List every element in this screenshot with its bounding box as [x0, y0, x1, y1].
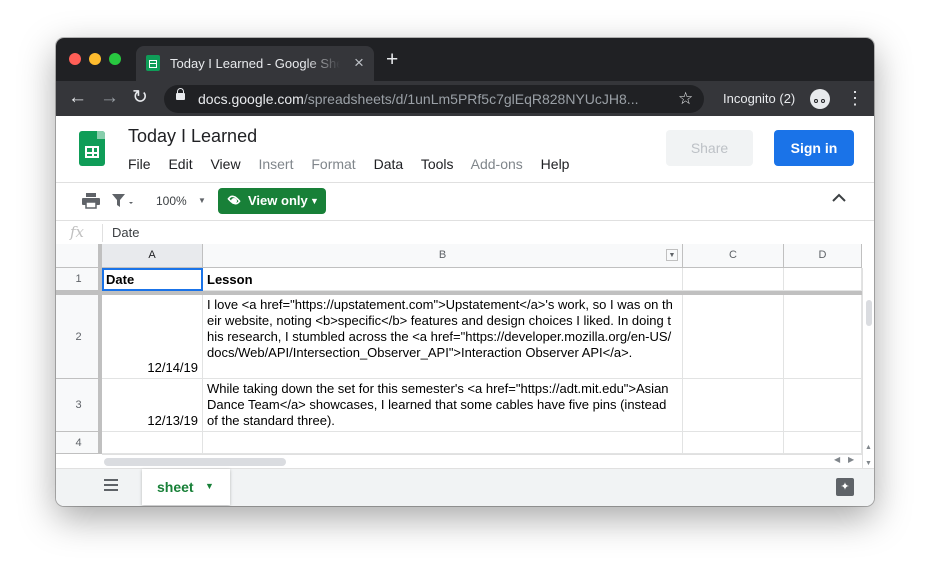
tab-bar: Today I Learned - Google Sheets × +: [56, 38, 874, 81]
sheet-tab[interactable]: sheet ▼: [142, 469, 230, 505]
close-tab-icon[interactable]: ×: [354, 54, 364, 71]
explore-icon[interactable]: ✦: [836, 478, 854, 496]
url-host: docs.google.com: [198, 91, 304, 107]
sheet-tab-bar: sheet ▼ ✦: [56, 468, 874, 506]
filter-icon[interactable]: [112, 193, 134, 213]
sheets-toolbar: 100% ▼ View only ▼: [56, 182, 874, 221]
browser-tab[interactable]: Today I Learned - Google Sheets ×: [136, 46, 374, 81]
bookmark-star-icon[interactable]: ☆: [678, 89, 693, 109]
close-window-button[interactable]: [69, 53, 81, 65]
sheet-tab-caret-icon[interactable]: ▼: [205, 481, 214, 491]
sign-in-button[interactable]: Sign in: [774, 130, 854, 166]
cell-d1[interactable]: [784, 268, 862, 291]
zoom-select[interactable]: 100%: [156, 194, 187, 208]
menu-view[interactable]: View: [210, 156, 240, 172]
reload-icon[interactable]: ↻: [132, 88, 148, 108]
incognito-label[interactable]: Incognito (2): [723, 91, 795, 106]
cell-c3[interactable]: [683, 379, 784, 432]
print-icon[interactable]: [82, 193, 100, 213]
fx-icon: fx: [70, 223, 85, 241]
row-header-3[interactable]: 3: [56, 379, 102, 432]
cell-d4[interactable]: [784, 432, 862, 454]
sheet-tab-label: sheet: [157, 479, 194, 495]
cell-b2[interactable]: I love <a href="https://upstatement.com"…: [203, 295, 683, 379]
cell-d2[interactable]: [784, 295, 862, 379]
menu-edit[interactable]: Edit: [168, 156, 192, 172]
forward-icon[interactable]: →: [100, 88, 119, 108]
row-header-2[interactable]: 2: [56, 295, 102, 379]
browser-menu-icon[interactable]: ⋮: [846, 89, 864, 107]
browser-toolbar: ← → ↻ docs.google.com/spreadsheets/d/1un…: [56, 81, 874, 116]
url-text: docs.google.com/spreadsheets/d/1unLm5PRf…: [198, 91, 668, 107]
menu-insert[interactable]: Insert: [258, 156, 293, 172]
all-sheets-menu-icon[interactable]: [104, 479, 118, 491]
menu-addons[interactable]: Add-ons: [471, 156, 523, 172]
browser-window: Today I Learned - Google Sheets × + ← → …: [56, 38, 874, 506]
column-header-a[interactable]: A: [102, 244, 203, 268]
cell-a4[interactable]: [102, 432, 203, 454]
horizontal-scrollbar[interactable]: ◀ ▶: [102, 454, 862, 468]
new-tab-button[interactable]: +: [386, 49, 398, 70]
url-path: /spreadsheets/d/1unLm5PRf5c7glEqR828NYUc…: [303, 91, 639, 107]
vertical-scroll-thumb[interactable]: [866, 300, 872, 326]
menu-bar: File Edit View Insert Format Data Tools …: [128, 156, 583, 172]
menu-data[interactable]: Data: [374, 156, 404, 172]
column-header-b[interactable]: B ▼: [203, 244, 683, 268]
cell-a1[interactable]: Date: [102, 268, 203, 291]
scroll-up-icon[interactable]: ▲: [865, 444, 872, 451]
cell-b1[interactable]: Lesson: [203, 268, 683, 291]
menu-format[interactable]: Format: [311, 156, 355, 172]
select-all-corner[interactable]: [56, 244, 102, 268]
column-header-b-label: B: [438, 249, 447, 261]
cell-a3[interactable]: 12/13/19: [102, 379, 203, 432]
view-only-label: View only: [248, 193, 308, 208]
filter-dropdown-icon[interactable]: ▼: [666, 249, 678, 261]
horizontal-scroll-thumb[interactable]: [104, 458, 286, 466]
cell-d3[interactable]: [784, 379, 862, 432]
vertical-scrollbar[interactable]: ▲ ▼: [862, 268, 874, 468]
sheets-favicon-icon: [146, 55, 160, 71]
spreadsheet-grid: A B ▼ C D 1 Date Lesson 2 12/14/19 I lov…: [56, 244, 874, 468]
formula-separator: [102, 224, 103, 242]
address-bar[interactable]: docs.google.com/spreadsheets/d/1unLm5PRf…: [164, 85, 704, 113]
sheets-logo-icon[interactable]: [79, 131, 105, 166]
cell-a2[interactable]: 12/14/19: [102, 295, 203, 379]
menu-file[interactable]: File: [128, 156, 151, 172]
doc-header: Today I Learned File Edit View Insert Fo…: [56, 116, 874, 182]
cell-c1[interactable]: [683, 268, 784, 291]
zoom-dropdown-icon[interactable]: ▼: [198, 196, 206, 205]
eye-pupil: [231, 198, 237, 204]
back-icon[interactable]: ←: [68, 88, 87, 108]
view-only-button[interactable]: View only ▼: [218, 188, 326, 214]
cell-c4[interactable]: [683, 432, 784, 454]
menu-tools[interactable]: Tools: [421, 156, 454, 172]
scroll-left-icon[interactable]: ◀: [834, 455, 840, 464]
row-header-1[interactable]: 1: [56, 268, 102, 291]
tab-title: Today I Learned - Google Sheets: [170, 56, 340, 71]
formula-bar: fx Date: [56, 220, 874, 246]
menu-help[interactable]: Help: [541, 156, 570, 172]
cell-b3[interactable]: While taking down the set for this semes…: [203, 379, 683, 432]
cell-c2[interactable]: [683, 295, 784, 379]
collapse-toolbar-icon[interactable]: [832, 190, 846, 208]
column-header-c[interactable]: C: [683, 244, 784, 268]
share-button[interactable]: Share: [666, 130, 753, 166]
row-header-4[interactable]: 4: [56, 432, 102, 454]
minimize-window-button[interactable]: [89, 53, 101, 65]
formula-value[interactable]: Date: [112, 225, 139, 240]
doc-title: Today I Learned: [128, 126, 258, 146]
maximize-window-button[interactable]: [109, 53, 121, 65]
cell-b4[interactable]: [203, 432, 683, 454]
column-header-d[interactable]: D: [784, 244, 862, 268]
incognito-icon[interactable]: [810, 89, 830, 109]
view-only-caret-icon: ▼: [310, 196, 319, 206]
lock-icon: [176, 88, 185, 100]
scroll-down-icon[interactable]: ▼: [865, 460, 872, 467]
scroll-right-icon[interactable]: ▶: [848, 455, 854, 464]
